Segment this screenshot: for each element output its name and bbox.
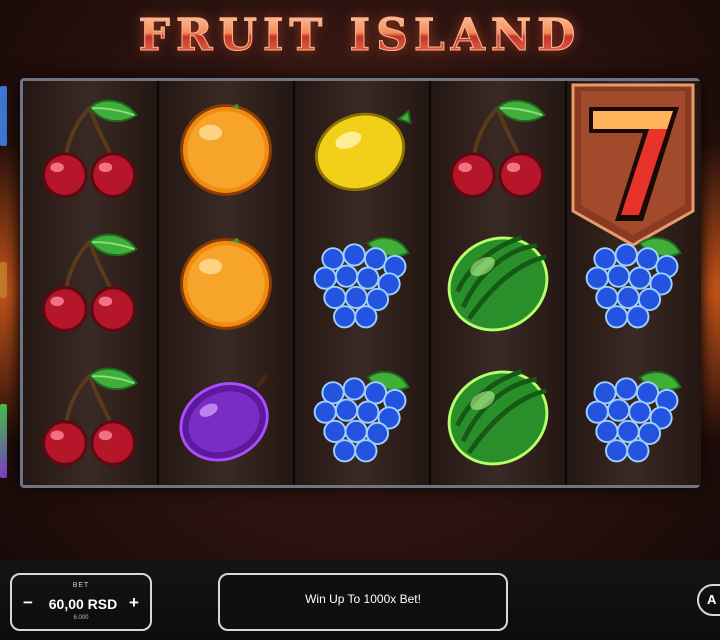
reel-5 <box>567 81 701 485</box>
watermelon-icon <box>431 349 565 483</box>
right-side-glow <box>700 140 720 440</box>
bet-value: 60,00 RSD <box>48 596 118 612</box>
game-title: FRUIT ISLAND <box>0 10 720 62</box>
reel-2 <box>159 81 295 485</box>
grapes-icon <box>295 349 429 483</box>
bet-decrease-button[interactable]: − <box>18 593 38 613</box>
grapes-icon <box>567 215 701 349</box>
left-side-tab-green[interactable] <box>0 404 7 478</box>
reel-4 <box>431 81 567 485</box>
orange-icon <box>159 81 293 215</box>
bet-sub-value: 6.000 <box>73 615 89 621</box>
reel-3 <box>295 81 431 485</box>
plum-icon <box>159 349 293 483</box>
left-side-tab-orange[interactable] <box>0 262 7 298</box>
win-message-banner: Win Up To 1000x Bet! <box>218 573 508 631</box>
watermelon-icon <box>431 215 565 349</box>
orange-icon <box>159 215 293 349</box>
cherry-icon <box>431 81 565 215</box>
cherry-icon <box>23 81 157 215</box>
bet-increase-button[interactable]: + <box>124 593 144 613</box>
reels-frame <box>20 78 701 488</box>
cherry-icon <box>23 349 157 483</box>
bet-control: BET − 60,00 RSD + 6.000 <box>10 573 152 631</box>
reel-1 <box>23 81 159 485</box>
grapes-icon <box>295 215 429 349</box>
left-side-tab-blue[interactable] <box>0 86 7 146</box>
cherry-icon <box>23 215 157 349</box>
bet-label: BET <box>72 582 90 589</box>
grapes-icon <box>567 349 701 483</box>
lemon-icon <box>295 81 429 215</box>
